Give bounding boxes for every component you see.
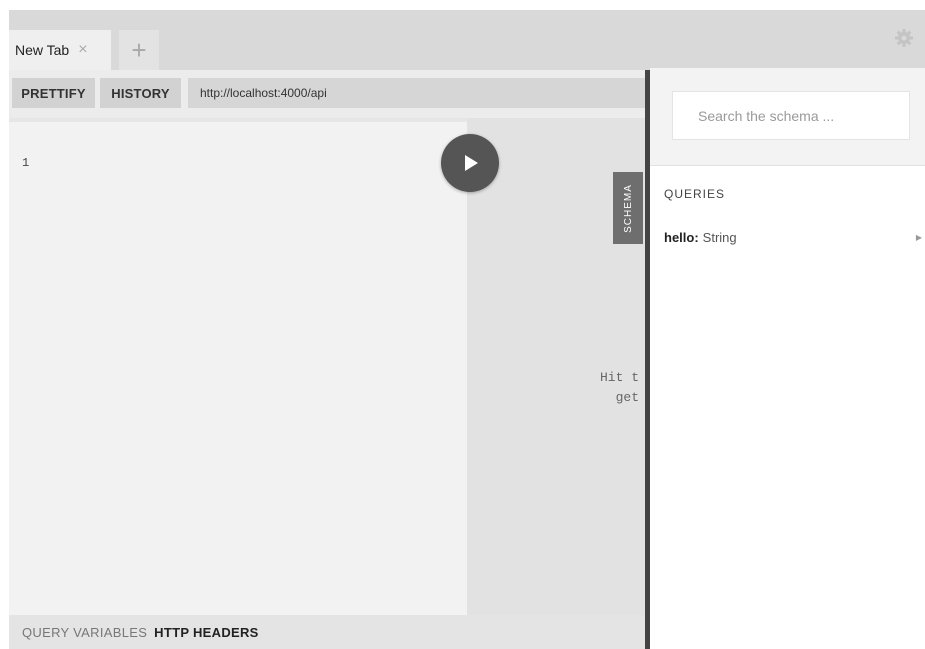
section-title-queries: QUERIES: [664, 187, 726, 201]
toolbar: PRETTIFY HISTORY http://localhost:4000/a…: [9, 70, 645, 118]
schema-tab-button[interactable]: SCHEMA: [613, 172, 643, 244]
result-hint: Hit t get: [599, 370, 639, 405]
schema-search-input[interactable]: [672, 91, 910, 140]
gear-icon[interactable]: [894, 28, 914, 48]
line-number: 1: [22, 156, 30, 170]
schema-tab-label: SCHEMA: [622, 183, 634, 233]
tab-title: New Tab: [15, 42, 70, 58]
tab-bar: New Tab × +: [9, 10, 925, 70]
query-editor[interactable]: 1: [9, 122, 467, 615]
field-type[interactable]: String: [703, 230, 737, 245]
run-query-button[interactable]: [441, 134, 499, 192]
query-variables-tab[interactable]: QUERY VARIABLES: [22, 625, 147, 640]
tab-new-tab[interactable]: New Tab ×: [9, 30, 111, 70]
play-icon: [465, 155, 478, 171]
schema-panel: QUERIES hello: String ▶: [650, 68, 925, 649]
schema-search-area: [650, 68, 925, 166]
prettify-button[interactable]: PRETTIFY: [12, 78, 95, 108]
chevron-right-icon: ▶: [915, 232, 922, 242]
field-name: hello:: [664, 229, 699, 245]
playground-window: New Tab × + PRETTIFY HISTORY http://loca…: [9, 10, 925, 649]
schema-field-hello[interactable]: hello: String ▶: [664, 227, 925, 247]
add-tab-button[interactable]: +: [119, 30, 159, 70]
endpoint-url-input[interactable]: http://localhost:4000/api: [188, 78, 645, 108]
close-icon[interactable]: ×: [78, 42, 87, 58]
http-headers-tab[interactable]: HTTP HEADERS: [154, 625, 258, 640]
history-button[interactable]: HISTORY: [100, 78, 181, 108]
variables-bar: QUERY VARIABLES HTTP HEADERS: [9, 615, 645, 649]
